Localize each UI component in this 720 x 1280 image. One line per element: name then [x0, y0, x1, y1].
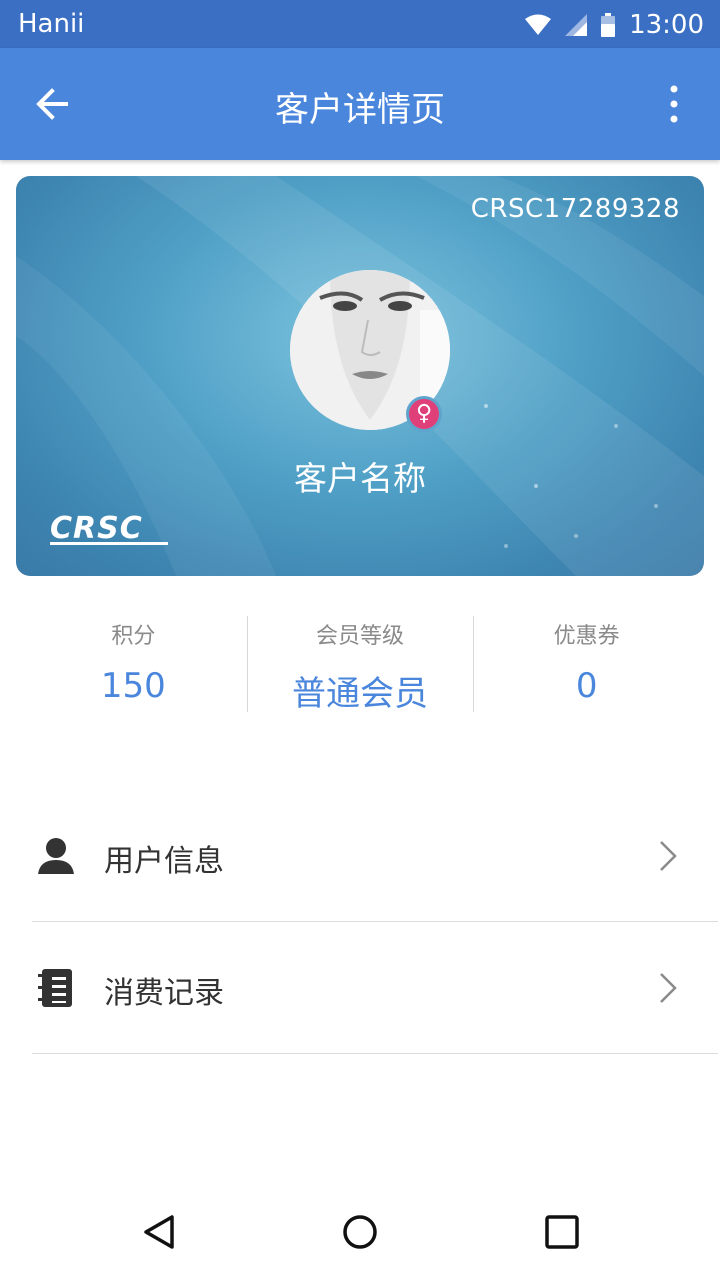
back-triangle-icon[interactable]	[142, 1214, 178, 1250]
receipt-icon	[38, 969, 72, 1007]
female-gender-icon: ♀	[406, 396, 442, 432]
menu-item-purchase-history[interactable]: 消费记录	[32, 922, 718, 1054]
menu-item-label: 用户信息	[104, 844, 224, 879]
stat-coupons-label: 优惠券	[553, 624, 620, 649]
stat-member-level[interactable]: 会员等级 普通会员	[246, 612, 474, 714]
carrier-name: Hanii	[18, 9, 85, 39]
user-icon	[38, 838, 74, 874]
stat-coupons-value: 0	[575, 666, 598, 706]
menu-list: 用户信息 消费记录	[32, 790, 718, 1054]
stat-points-label: 积分	[111, 624, 156, 649]
customer-name: 客户名称	[294, 459, 426, 498]
home-circle-icon[interactable]	[342, 1214, 378, 1250]
page-title: 客户详情页	[275, 90, 445, 130]
member-card: CRSC17289328 ♀ 客户名称 CRSC	[16, 176, 704, 576]
svg-text:CRSC: CRSC	[50, 512, 143, 546]
stat-member-level-value: 普通会员	[292, 674, 428, 714]
stat-coupons[interactable]: 优惠券 0	[473, 612, 700, 712]
stat-points[interactable]: 积分 150	[20, 612, 247, 712]
menu-item-label: 消费记录	[104, 976, 224, 1011]
crsc-logo: CRSC	[50, 512, 168, 546]
system-nav-bar	[0, 1184, 720, 1280]
app-bar: 客户详情页	[0, 48, 720, 160]
menu-item-user-info[interactable]: 用户信息	[32, 790, 718, 922]
status-bar: Hanii 13:00	[0, 0, 720, 48]
status-icons: 13:00	[525, 9, 704, 41]
chevron-right-icon	[660, 841, 677, 871]
battery-icon	[601, 13, 616, 37]
card-number: CRSC17289328	[470, 194, 680, 224]
signal-icon	[565, 14, 588, 36]
stat-points-value: 150	[100, 666, 166, 706]
more-vert-icon[interactable]	[664, 84, 684, 124]
recents-square-icon[interactable]	[544, 1214, 580, 1250]
chevron-right-icon	[660, 973, 677, 1003]
wifi-icon	[525, 14, 552, 35]
stats-row: 积分 150 会员等级 普通会员 优惠券 0	[20, 612, 700, 714]
stat-member-level-label: 会员等级	[316, 624, 405, 649]
clock: 13:00	[629, 10, 704, 40]
